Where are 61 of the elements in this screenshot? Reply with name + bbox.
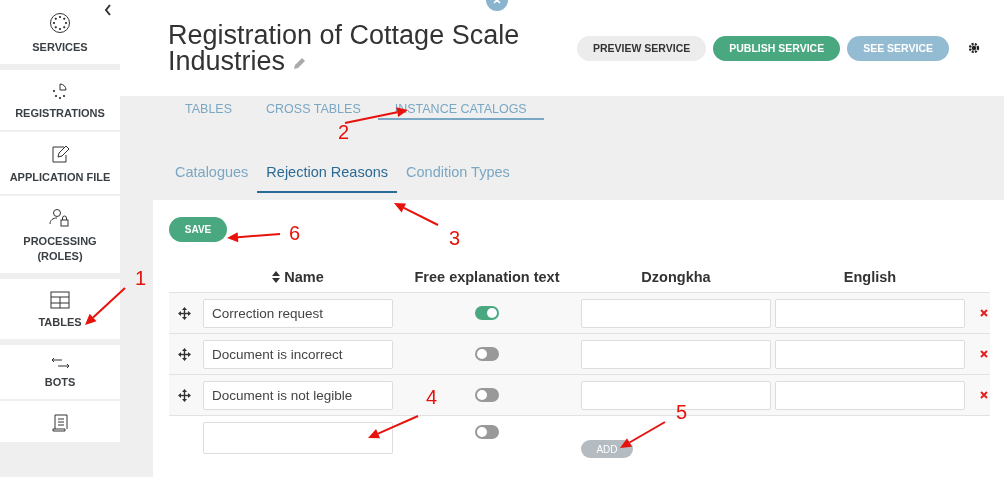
pie-chart-icon [51, 82, 69, 100]
sidebar-item[interactable]: PROCESSING (ROLES) [0, 196, 120, 273]
settings-icon[interactable] [968, 42, 980, 54]
name-field[interactable]: Document is not legible [203, 380, 393, 410]
drag-handle-icon[interactable] [177, 388, 191, 402]
delete-icon[interactable] [980, 391, 988, 399]
sidebar-item[interactable] [0, 401, 120, 442]
sidebar-item[interactable]: SERVICES [0, 0, 120, 64]
swap-arrows-icon [49, 357, 71, 369]
column-title: Name [284, 269, 324, 285]
table-icon [50, 291, 70, 309]
sub-tab[interactable]: Rejection Reasons [257, 156, 398, 193]
english-field[interactable] [775, 298, 965, 328]
english-field[interactable] [775, 339, 965, 369]
sidebar-label: BOTS [44, 375, 76, 390]
toggle-switch[interactable] [475, 388, 499, 402]
annotation-number: 3 [449, 228, 461, 248]
drag-handle-icon[interactable] [177, 347, 191, 361]
drag-handle-icon[interactable] [177, 306, 191, 320]
name-field[interactable]: Document is incorrect [203, 339, 393, 369]
dzongkha-field[interactable] [581, 298, 771, 328]
arrow [620, 421, 666, 448]
sidebar-item[interactable]: TABLES [0, 279, 120, 339]
sidebar-item[interactable]: BOTS [0, 345, 120, 399]
toggle-switch[interactable] [475, 347, 499, 361]
annotation-number: 4 [426, 387, 438, 407]
column-title: Free explanation text [414, 269, 560, 285]
delete-icon[interactable] [980, 309, 988, 317]
edit-file-icon [50, 144, 70, 164]
annotation-number: 5 [676, 402, 688, 422]
collapse-icon[interactable] [104, 4, 112, 16]
annotation-number: 6 [289, 223, 301, 243]
sidebar-label: TABLES [38, 315, 82, 330]
header-button[interactable]: PREVIEW SERVICE [577, 35, 707, 61]
arrow [368, 415, 419, 439]
arrow [85, 287, 126, 325]
sidebar-label: PROCESSING (ROLES) [22, 234, 98, 264]
sidebar-label: SERVICES [32, 40, 88, 55]
arrow [227, 232, 281, 243]
dotted-circle-icon [49, 12, 71, 34]
column-title: English [843, 269, 897, 285]
toggle-switch[interactable] [475, 425, 499, 439]
arrow [394, 203, 439, 226]
name-field[interactable]: Correction request [203, 298, 393, 328]
sidebar-item[interactable]: APPLICATION FILE [0, 132, 120, 194]
delete-icon[interactable] [980, 350, 988, 358]
dzongkha-field[interactable] [581, 339, 771, 369]
scroll-icon [51, 413, 69, 433]
annotation-number: 2 [338, 122, 350, 142]
user-lock-icon [49, 208, 71, 228]
toggle-switch[interactable] [475, 306, 499, 320]
new-name-field[interactable] [203, 422, 393, 454]
sort-icon[interactable] [272, 271, 281, 283]
page-title: Registration of Cottage Scale Industries [168, 22, 521, 74]
sidebar-label: REGISTRATIONS [15, 106, 105, 121]
sidebar-label: APPLICATION FILE [9, 170, 111, 185]
column-title: Dzongkha [641, 269, 711, 285]
english-field[interactable] [775, 380, 965, 410]
pencil-icon[interactable] [292, 57, 306, 70]
annotation-number: 1 [135, 268, 147, 288]
sidebar-item[interactable]: REGISTRATIONS [0, 70, 120, 130]
